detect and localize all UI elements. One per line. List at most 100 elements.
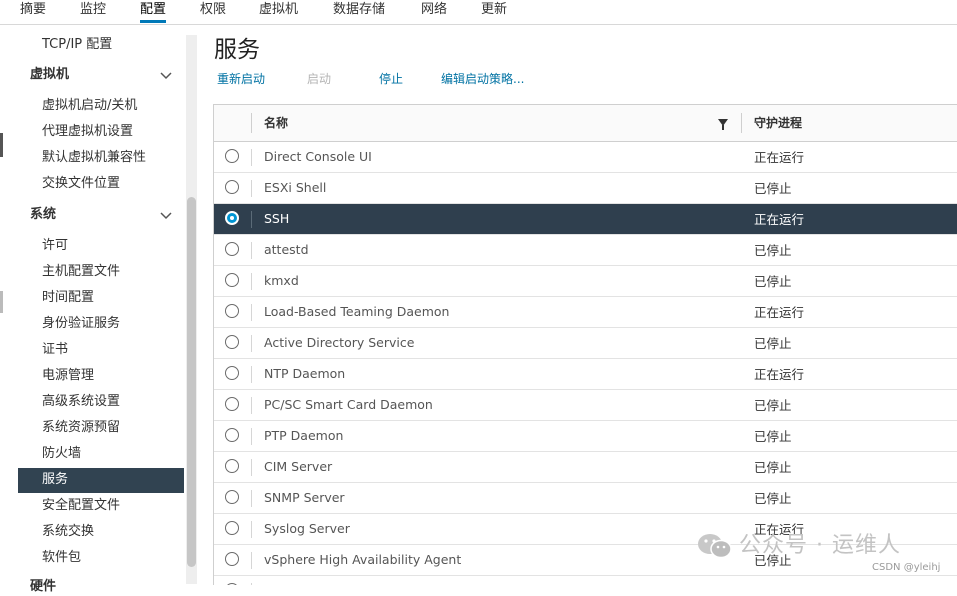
row-radio-button[interactable] xyxy=(225,304,239,318)
column-divider xyxy=(251,149,252,166)
table-row[interactable]: PTP Daemon 已停止 xyxy=(214,421,957,452)
row-radio-button[interactable] xyxy=(225,180,239,194)
tab-vms[interactable]: 虚拟机 xyxy=(259,1,298,23)
service-status: 正在运行 xyxy=(754,150,805,165)
row-radio-button[interactable] xyxy=(225,459,239,473)
row-radio-button[interactable] xyxy=(225,397,239,411)
services-table: 名称 守护进程 Direct Console UI 正在运行 ESXi Shell 已… xyxy=(213,104,957,585)
table-row[interactable]: SSH 正在运行 xyxy=(214,204,957,235)
edge-marker xyxy=(0,291,3,313)
row-radio-button[interactable] xyxy=(225,552,239,566)
service-name: Active Directory Service xyxy=(264,335,415,350)
filter-icon[interactable] xyxy=(718,119,728,130)
row-radio-button[interactable] xyxy=(225,428,239,442)
service-name: NTP Daemon xyxy=(264,366,346,381)
row-radio-button[interactable] xyxy=(225,490,239,504)
sidebar-item-services[interactable]: 服务 xyxy=(18,468,184,493)
service-name: Direct Console UI xyxy=(264,149,372,164)
column-divider xyxy=(251,366,252,383)
sidebar-item-security-profile[interactable]: 安全配置文件 xyxy=(42,497,120,515)
service-name: Load-Based Teaming Daemon xyxy=(264,304,450,319)
row-radio-button[interactable] xyxy=(225,335,239,349)
row-radio-button[interactable] xyxy=(225,242,239,256)
service-status: 正在运行 xyxy=(754,212,805,227)
service-status: 已停止 xyxy=(754,460,792,475)
row-radio-button[interactable] xyxy=(225,211,239,225)
config-sidebar: TCP/IP 配置 虚拟机 虚拟机启动/关机 代理虚拟机设置 默认虚拟机兼容性 … xyxy=(0,25,200,594)
column-divider xyxy=(251,180,252,197)
sidebar-item-resource-reservation[interactable]: 系统资源预留 xyxy=(42,419,120,437)
table-row[interactable]: CIM Server 已停止 xyxy=(214,452,957,483)
top-tab-bar: 摘要 监控 配置 权限 虚拟机 数据存储 网络 更新 xyxy=(0,0,957,25)
service-name: ESXi Shell xyxy=(264,180,327,195)
sidebar-group-hardware[interactable]: 硬件 xyxy=(30,578,56,596)
service-name: vSphere High Availability Agent xyxy=(264,552,462,567)
sidebar-scrollbar-thumb[interactable] xyxy=(187,197,196,567)
column-divider xyxy=(251,583,252,585)
sidebar-item-system-swap[interactable]: 系统交换 xyxy=(42,523,94,541)
sidebar-item-certificate[interactable]: 证书 xyxy=(42,341,68,359)
sidebar-item-default-compat[interactable]: 默认虚拟机兼容性 xyxy=(42,149,146,167)
sidebar-item-power[interactable]: 电源管理 xyxy=(42,367,94,385)
chevron-down-icon[interactable] xyxy=(160,70,172,82)
table-row[interactable]: PC/SC Smart Card Daemon 已停止 xyxy=(214,390,957,421)
service-status: 已停止 xyxy=(754,336,792,351)
table-row[interactable]: SNMP Server 已停止 xyxy=(214,483,957,514)
start-button[interactable]: 启动 xyxy=(307,71,331,87)
table-row[interactable]: attestd 已停止 xyxy=(214,235,957,266)
tab-updates[interactable]: 更新 xyxy=(481,1,507,23)
sidebar-item-auth-services[interactable]: 身份验证服务 xyxy=(42,315,120,333)
table-row[interactable]: Active Directory Service 已停止 xyxy=(214,328,957,359)
column-divider xyxy=(251,335,252,352)
table-row[interactable]: kmxd 已停止 xyxy=(214,266,957,297)
tab-networks[interactable]: 网络 xyxy=(421,1,447,23)
tab-configure[interactable]: 配置 xyxy=(140,1,167,23)
restart-button[interactable]: 重新启动 xyxy=(217,71,265,87)
service-status: 正在运行 xyxy=(754,367,805,382)
chevron-down-icon[interactable] xyxy=(160,210,172,222)
table-row[interactable]: Direct Console UI 正在运行 xyxy=(214,142,957,173)
column-divider xyxy=(251,490,252,507)
table-row[interactable]: NTP Daemon 正在运行 xyxy=(214,359,957,390)
row-radio-button[interactable] xyxy=(225,366,239,380)
row-radio-button[interactable] xyxy=(225,521,239,535)
column-divider xyxy=(251,552,252,569)
table-row[interactable]: ESXi Shell 已停止 xyxy=(214,173,957,204)
column-divider xyxy=(251,113,252,133)
sidebar-item-swap-location[interactable]: 交换文件位置 xyxy=(42,175,120,193)
column-divider xyxy=(251,304,252,321)
sidebar-item-time-config[interactable]: 时间配置 xyxy=(42,289,94,307)
service-status: 已停止 xyxy=(754,429,792,444)
row-radio-button[interactable] xyxy=(225,583,239,585)
edge-marker xyxy=(0,133,3,157)
table-row[interactable]: Load-Based Teaming Daemon 正在运行 xyxy=(214,297,957,328)
service-status: 正在运行 xyxy=(754,583,804,585)
column-divider xyxy=(251,242,252,259)
service-status: 已停止 xyxy=(754,274,792,289)
sidebar-item-license[interactable]: 许可 xyxy=(42,237,68,255)
row-radio-button[interactable] xyxy=(225,273,239,287)
column-divider[interactable] xyxy=(741,113,742,133)
sidebar-item-agent-vm[interactable]: 代理虚拟机设置 xyxy=(42,123,133,141)
sidebar-item-firewall[interactable]: 防火墙 xyxy=(42,445,81,463)
column-header-daemon[interactable]: 守护进程 xyxy=(754,115,802,131)
service-name: Syslog Server xyxy=(264,521,350,536)
column-header-name[interactable]: 名称 xyxy=(264,115,288,131)
tab-monitor[interactable]: 监控 xyxy=(80,1,106,23)
column-divider xyxy=(251,273,252,290)
sidebar-item-vm-startup[interactable]: 虚拟机启动/关机 xyxy=(42,97,137,115)
sidebar-group-system[interactable]: 系统 xyxy=(30,206,56,224)
sidebar-group-vm[interactable]: 虚拟机 xyxy=(30,66,69,84)
sidebar-item-host-profile[interactable]: 主机配置文件 xyxy=(42,263,120,281)
tab-summary[interactable]: 摘要 xyxy=(20,1,46,23)
service-status: 已停止 xyxy=(754,398,792,413)
edit-startup-policy-button[interactable]: 编辑启动策略... xyxy=(441,71,524,87)
stop-button[interactable]: 停止 xyxy=(379,71,403,87)
tab-datastores[interactable]: 数据存储 xyxy=(333,1,385,23)
sidebar-item-packages[interactable]: 软件包 xyxy=(42,549,81,567)
row-radio-button[interactable] xyxy=(225,149,239,163)
sidebar-item-advanced-settings[interactable]: 高级系统设置 xyxy=(42,393,120,411)
service-name: CIM Server xyxy=(264,459,333,474)
sidebar-item-tcpip[interactable]: TCP/IP 配置 xyxy=(42,36,112,54)
tab-permissions[interactable]: 权限 xyxy=(200,1,226,23)
